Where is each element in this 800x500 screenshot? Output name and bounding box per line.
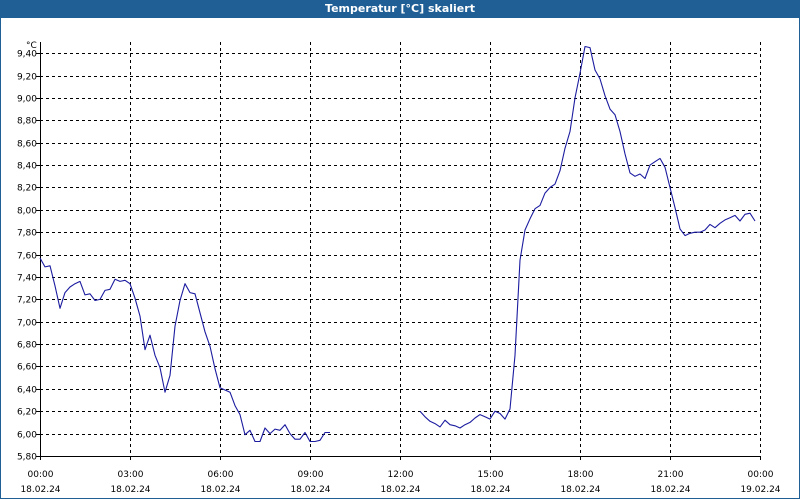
y-tick-label: 9,00: [17, 95, 37, 105]
axes: [36, 42, 761, 460]
y-tick-label: 7,80: [17, 229, 37, 239]
y-tick-label: 6,40: [17, 386, 37, 396]
y-tick-label: 7,40: [17, 274, 37, 284]
y-tick-label: 7,60: [17, 252, 37, 262]
x-tick-time: 12:00: [388, 470, 414, 480]
data-lines: [39, 45, 756, 443]
y-tick-label: 8,40: [17, 162, 37, 172]
y-tick-label: 6,60: [17, 363, 37, 373]
series-line: [39, 257, 330, 443]
y-tick-label: 7,00: [17, 319, 37, 329]
x-tick-time: 09:00: [298, 470, 324, 480]
y-axis-label: °C: [26, 41, 37, 51]
y-tick-label: 8,60: [17, 140, 37, 150]
y-tick-label: 5,80: [17, 453, 37, 463]
x-tick-date: 18.02.24: [290, 485, 330, 495]
x-tick-time: 06:00: [208, 470, 234, 480]
x-tick-date: 18.02.24: [380, 485, 420, 495]
x-tick-date: 18.02.24: [650, 485, 690, 495]
x-tick-time: 03:00: [118, 470, 144, 480]
x-tick-time: 15:00: [478, 470, 504, 480]
y-tick-label: 8,00: [17, 207, 37, 217]
x-tick-time: 00:00: [28, 470, 54, 480]
x-tick-date: 18.02.24: [110, 485, 150, 495]
y-tick-labels: 9,40 9,20 9,00 8,80 8,60 8,40 8,20 8,00 7,80 7,60…: [17, 50, 37, 463]
series-line: [419, 45, 756, 429]
grid-lines: [40, 42, 761, 457]
x-tick-labels: 00:00 18.02.24 03:00 18.02.24 06:00 18.02.24 0…: [20, 470, 780, 495]
y-tick-label: 7,20: [17, 296, 37, 306]
y-tick-label: 9,20: [17, 73, 37, 83]
y-tick-label: 8,80: [17, 117, 37, 127]
x-tick-date: 18.02.24: [20, 485, 60, 495]
x-tick-time: 21:00: [658, 470, 684, 480]
x-tick-date: 18.02.24: [560, 485, 600, 495]
y-tick-label: 9,40: [17, 50, 37, 60]
y-tick-label: 6,00: [17, 431, 37, 441]
x-tick-date: 18.02.24: [200, 485, 240, 495]
x-tick-date: 18.02.24: [470, 485, 510, 495]
x-tick-date: 19.02.24: [740, 485, 780, 495]
y-tick-label: 8,20: [17, 184, 37, 194]
temperature-chart: 9,40 9,20 9,00 8,80 8,60 8,40 8,20 8,00 7,80 7,60…: [17, 41, 781, 495]
x-tick-time: 18:00: [568, 470, 594, 480]
y-tick-label: 6,80: [17, 341, 37, 351]
x-tick-time: 00:00: [748, 470, 774, 480]
y-tick-label: 6,20: [17, 408, 37, 418]
